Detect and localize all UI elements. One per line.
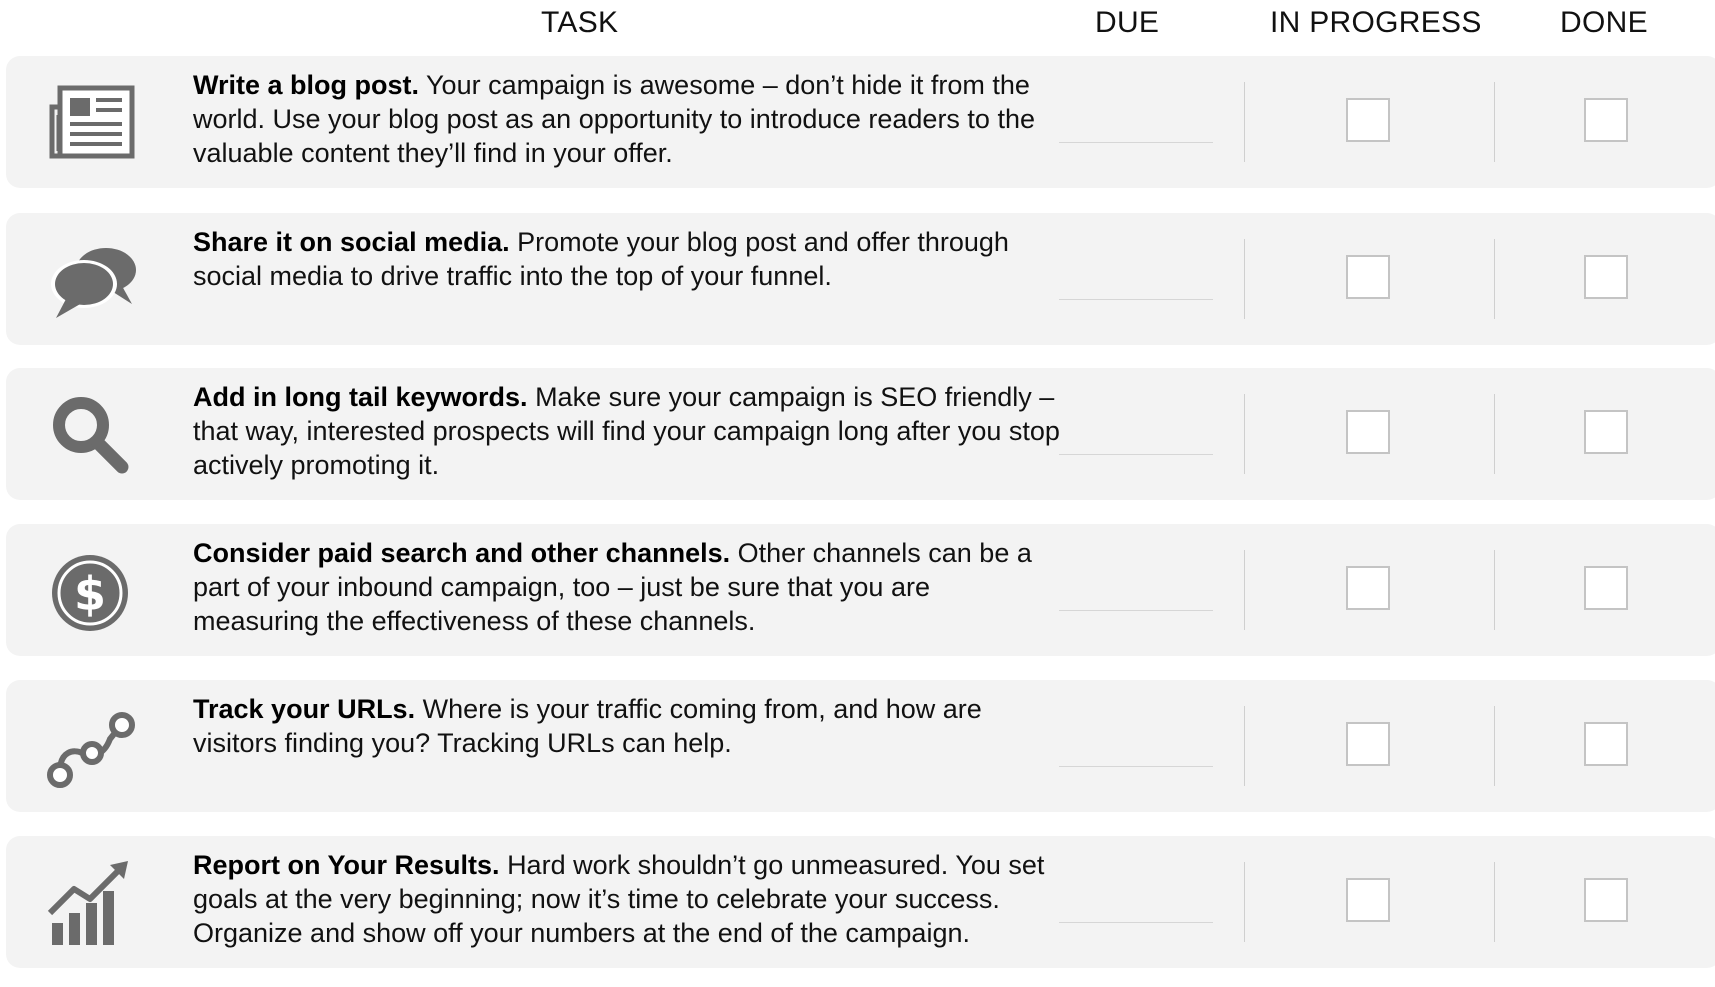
due-date-field[interactable] — [1059, 142, 1213, 143]
done-checkbox[interactable] — [1584, 410, 1628, 454]
column-divider — [1244, 706, 1245, 786]
done-checkbox[interactable] — [1584, 566, 1628, 610]
due-date-field[interactable] — [1059, 299, 1213, 300]
task-text: Share it on social media. Promote your b… — [193, 225, 1063, 293]
column-divider — [1244, 239, 1245, 319]
task-text: Write a blog post. Your campaign is awes… — [193, 68, 1063, 170]
column-divider — [1494, 394, 1495, 474]
in-progress-checkbox[interactable] — [1346, 566, 1390, 610]
done-checkbox[interactable] — [1584, 878, 1628, 922]
task-row: $ Consider paid search and other channel… — [6, 524, 1715, 656]
tracking-path-icon — [44, 703, 140, 793]
newspaper-icon — [44, 79, 140, 169]
task-row: Add in long tail keywords. Make sure you… — [6, 368, 1715, 500]
task-title: Write a blog post. — [193, 70, 420, 100]
task-text: Consider paid search and other channels.… — [193, 536, 1063, 638]
column-divider — [1244, 550, 1245, 630]
task-text: Add in long tail keywords. Make sure you… — [193, 380, 1063, 482]
task-title: Share it on social media. — [193, 227, 510, 257]
task-row: Write a blog post. Your campaign is awes… — [6, 56, 1715, 188]
task-title: Add in long tail keywords. — [193, 382, 528, 412]
column-divider — [1494, 82, 1495, 162]
in-progress-checkbox[interactable] — [1346, 98, 1390, 142]
svg-text:$: $ — [74, 567, 106, 621]
column-divider — [1244, 862, 1245, 942]
column-divider — [1494, 239, 1495, 319]
magnifier-icon — [44, 391, 140, 481]
growth-chart-icon — [44, 859, 140, 949]
column-divider — [1494, 550, 1495, 630]
due-date-field[interactable] — [1059, 454, 1213, 455]
dollar-coin-icon: $ — [44, 547, 140, 637]
in-progress-checkbox[interactable] — [1346, 410, 1390, 454]
speech-bubbles-icon — [44, 236, 140, 326]
column-divider — [1494, 862, 1495, 942]
task-title: Consider paid search and other channels. — [193, 538, 731, 568]
in-progress-checkbox[interactable] — [1346, 722, 1390, 766]
due-date-field[interactable] — [1059, 922, 1213, 923]
task-text: Track your URLs. Where is your traffic c… — [193, 692, 1063, 760]
task-row: Track your URLs. Where is your traffic c… — [6, 680, 1715, 812]
done-checkbox[interactable] — [1584, 98, 1628, 142]
in-progress-checkbox[interactable] — [1346, 878, 1390, 922]
done-checkbox[interactable] — [1584, 722, 1628, 766]
task-checklist: Write a blog post. Your campaign is awes… — [0, 0, 1715, 987]
due-date-field[interactable] — [1059, 766, 1213, 767]
column-divider — [1244, 394, 1245, 474]
task-title: Track your URLs. — [193, 694, 416, 724]
task-text: Report on Your Results. Hard work should… — [193, 848, 1063, 950]
task-row: Report on Your Results. Hard work should… — [6, 836, 1715, 968]
column-divider — [1494, 706, 1495, 786]
task-title: Report on Your Results. — [193, 850, 500, 880]
due-date-field[interactable] — [1059, 610, 1213, 611]
column-divider — [1244, 82, 1245, 162]
task-row: Share it on social media. Promote your b… — [6, 213, 1715, 345]
in-progress-checkbox[interactable] — [1346, 255, 1390, 299]
done-checkbox[interactable] — [1584, 255, 1628, 299]
